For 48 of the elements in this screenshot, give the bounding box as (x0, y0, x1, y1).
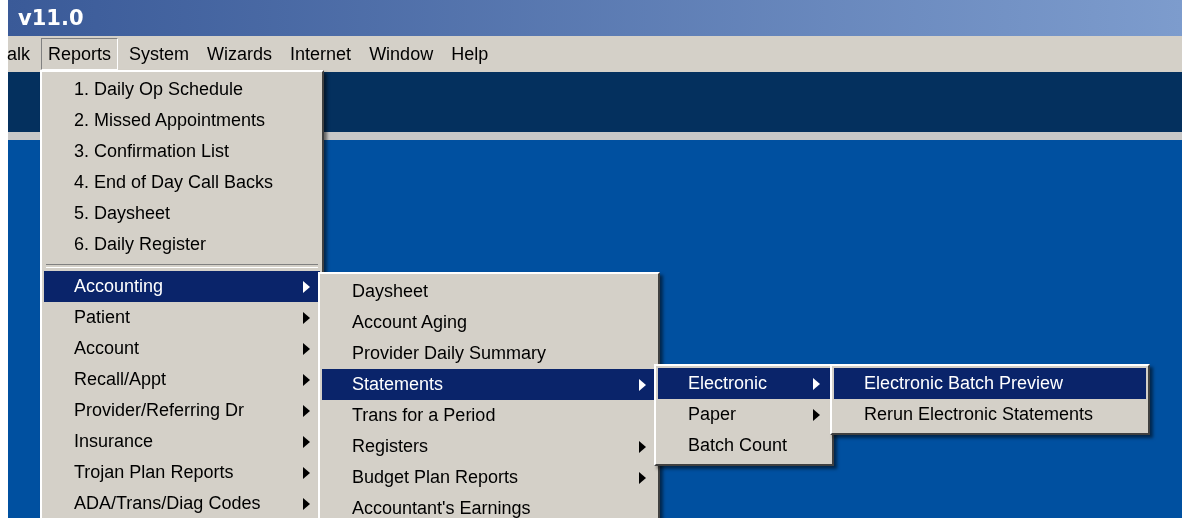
menu-item[interactable]: Accounting (44, 271, 320, 302)
menu-item[interactable]: Trans for a Period (322, 400, 656, 431)
submenu-arrow-icon (303, 435, 310, 448)
menu-item[interactable]: 3. Confirmation List (44, 136, 320, 167)
menu-item[interactable]: Recall/Appt (44, 364, 320, 395)
submenu-arrow-icon (639, 471, 646, 484)
submenu-arrow-icon (303, 466, 310, 479)
menu-title[interactable]: Internet (283, 38, 359, 70)
menu-item[interactable]: Account Aging (322, 307, 656, 338)
menu-title[interactable]: alk (6, 38, 37, 70)
menu-item[interactable]: Insurance (44, 426, 320, 457)
menu-item[interactable]: Rerun Electronic Statements (834, 399, 1146, 430)
menu-item[interactable]: Provider/Referring Dr (44, 395, 320, 426)
submenu-arrow-icon (303, 373, 310, 386)
menu-title[interactable]: System (122, 38, 197, 70)
menu-item[interactable]: Trojan Plan Reports (44, 457, 320, 488)
submenu-arrow-icon (813, 408, 820, 421)
menu-item[interactable]: Daysheet (322, 276, 656, 307)
menu-item[interactable]: Statements (322, 369, 656, 400)
submenu-arrow-icon (303, 342, 310, 355)
menu-item[interactable]: 2. Missed Appointments (44, 105, 320, 136)
menu-item[interactable]: Electronic (658, 368, 830, 399)
menu-item[interactable]: 4. End of Day Call Backs (44, 167, 320, 198)
submenu-arrow-icon (303, 404, 310, 417)
menu-item[interactable]: Registers (322, 431, 656, 462)
submenu-arrow-icon (303, 280, 310, 293)
menu-item[interactable]: Paper (658, 399, 830, 430)
submenu-arrow-icon (303, 311, 310, 324)
menu-item[interactable]: Electronic Batch Preview (834, 368, 1146, 399)
menu-item[interactable]: 6. Daily Register (44, 229, 320, 260)
menu-item[interactable]: ADA/Trans/Diag Codes (44, 488, 320, 518)
submenu-arrow-icon (303, 497, 310, 510)
submenu-arrow-icon (813, 377, 820, 390)
menu-item[interactable]: Provider Daily Summary (322, 338, 656, 369)
menu-title[interactable]: Window (362, 38, 441, 70)
window-title: v11.0 (17, 6, 84, 30)
menu-item[interactable]: Budget Plan Reports (322, 462, 656, 493)
menu-item[interactable]: Accountant's Earnings (322, 493, 656, 518)
submenu-arrow-icon (639, 378, 646, 391)
menu-item[interactable]: 1. Daily Op Schedule (44, 74, 320, 105)
submenu-arrow-icon (639, 440, 646, 453)
menu-item[interactable]: Patient (44, 302, 320, 333)
menu-title[interactable]: Reports (41, 38, 119, 70)
menu-item[interactable]: 5. Daysheet (44, 198, 320, 229)
menu-title[interactable]: Wizards (200, 38, 280, 70)
menu-item[interactable]: Batch Count (658, 430, 830, 461)
menu-title[interactable]: Help (444, 38, 496, 70)
menu-item[interactable]: Account (44, 333, 320, 364)
